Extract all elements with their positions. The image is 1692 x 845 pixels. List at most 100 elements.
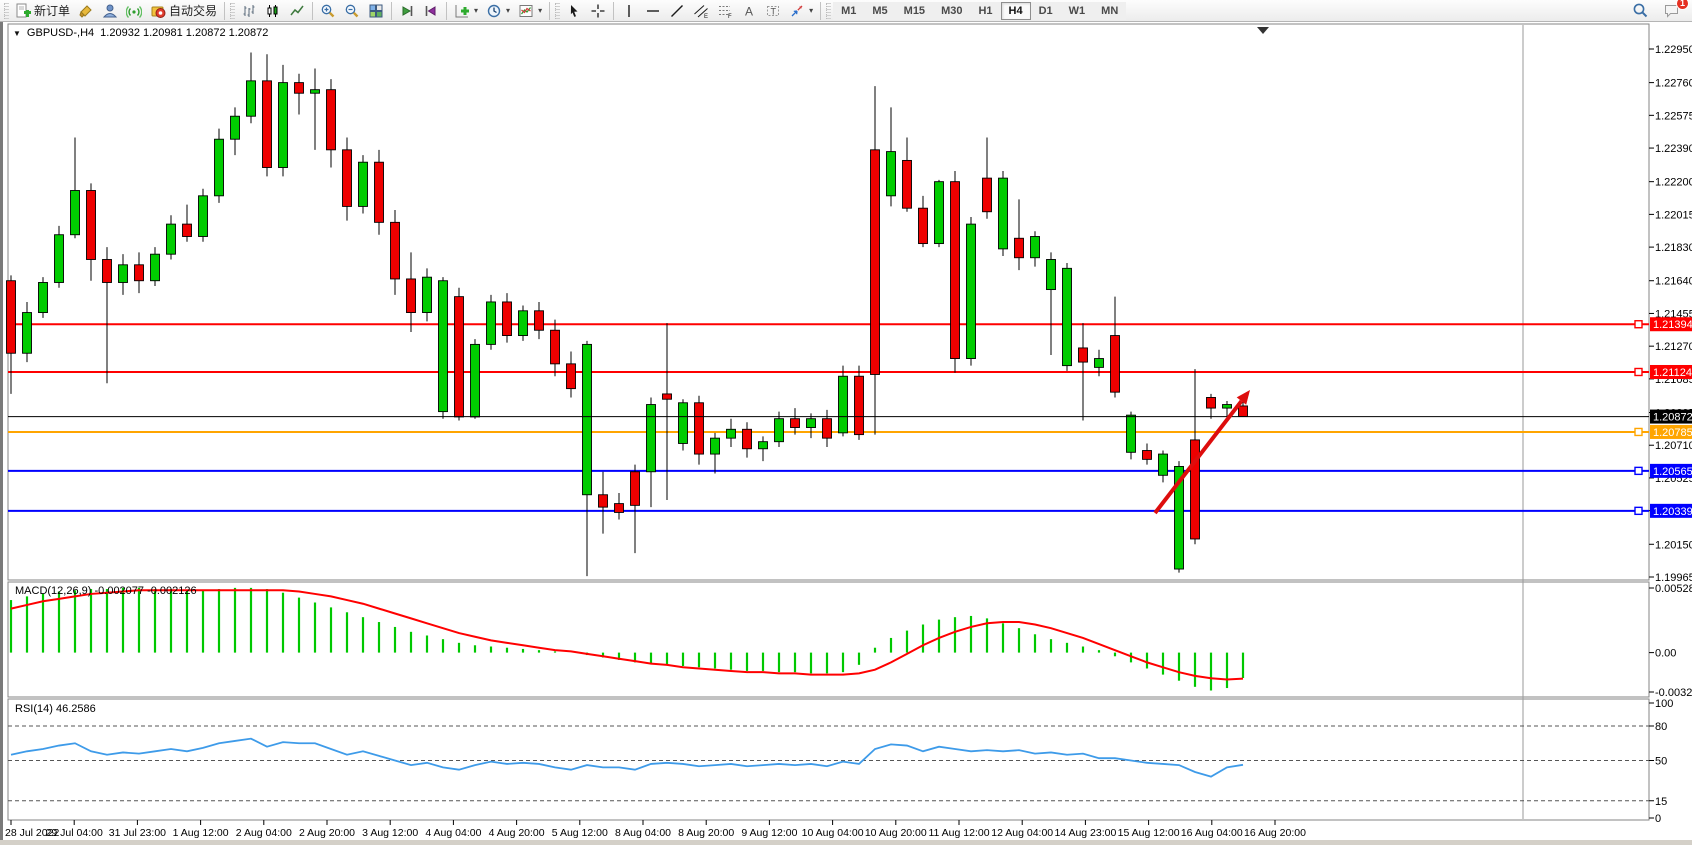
zoom-in-icon (320, 3, 336, 19)
svg-text:1.21124: 1.21124 (1653, 367, 1692, 379)
svg-text:100: 100 (1655, 698, 1673, 710)
channel-icon: E (693, 3, 709, 19)
svg-text:1.22760: 1.22760 (1655, 78, 1692, 90)
trendline-tool[interactable] (665, 1, 689, 21)
timeframe-h1[interactable]: H1 (970, 2, 1000, 20)
main-toolbar: 新订单 自动交易 (0, 0, 1692, 22)
indicators-add-icon (454, 3, 470, 19)
chart-symbol-period: GBPUSD-,H4 (27, 27, 94, 39)
svg-text:12 Aug 04:00: 12 Aug 04:00 (991, 827, 1053, 839)
templates-button[interactable]: ▾ (514, 1, 546, 21)
community-button[interactable] (98, 1, 122, 21)
chart-dropdown-arrow[interactable]: ▼ (13, 29, 21, 38)
indicators-button[interactable]: ▾ (450, 1, 482, 21)
horizontal-line-icon (645, 3, 661, 19)
timeframe-m1[interactable]: M1 (833, 2, 864, 20)
search-button[interactable] (1628, 1, 1653, 21)
arrows-icon (789, 3, 805, 19)
vertical-line-tool[interactable] (617, 1, 641, 21)
timeframe-mn[interactable]: MN (1093, 2, 1126, 20)
timeframe-m15[interactable]: M15 (896, 2, 933, 20)
svg-text:16 Aug 20:00: 16 Aug 20:00 (1244, 827, 1306, 839)
auto-scroll-button[interactable] (395, 1, 419, 21)
line-chart-button[interactable] (285, 1, 309, 21)
svg-text:1.20150: 1.20150 (1655, 539, 1692, 551)
timeframe-h4[interactable]: H4 (1001, 2, 1031, 20)
chat-button[interactable]: 1 (1659, 1, 1684, 21)
person-icon (102, 3, 118, 19)
text-tool[interactable]: A (737, 1, 761, 21)
arrows-tool[interactable]: ▾ (785, 1, 817, 21)
svg-text:2 Aug 20:00: 2 Aug 20:00 (299, 827, 355, 839)
candlestick-chart-button[interactable] (261, 1, 285, 21)
rsi-indicator-label: RSI(14) 46.2586 (15, 703, 96, 715)
auto-trading-button[interactable]: 自动交易 (146, 1, 221, 21)
text-label-tool[interactable]: T (761, 1, 785, 21)
rsi-name: RSI(14) (15, 703, 53, 715)
fibonacci-tool[interactable]: F (713, 1, 737, 21)
arrows-dropdown-caret[interactable]: ▾ (809, 6, 813, 15)
svg-text:T: T (771, 6, 777, 16)
bar-chart-icon (241, 3, 257, 19)
timeframe-d1[interactable]: D1 (1031, 2, 1061, 20)
vertical-line-icon (621, 3, 637, 19)
svg-text:10 Aug 04:00: 10 Aug 04:00 (802, 827, 864, 839)
equidistant-channel-tool[interactable]: E (689, 1, 713, 21)
svg-text:1.20872: 1.20872 (1653, 412, 1692, 424)
bar-chart-button[interactable] (237, 1, 261, 21)
zoom-out-button[interactable] (340, 1, 364, 21)
auto-scroll-icon (399, 3, 415, 19)
new-order-button[interactable]: 新订单 (11, 1, 74, 21)
chart-shift-button[interactable] (419, 1, 443, 21)
chart-window: 1.229501.227601.225751.223901.222001.220… (0, 22, 1692, 840)
crosshair-button[interactable] (586, 1, 610, 21)
svg-text:A: A (745, 4, 753, 18)
svg-text:1.21270: 1.21270 (1655, 341, 1692, 353)
svg-text:4 Aug 04:00: 4 Aug 04:00 (425, 827, 481, 839)
tile-windows-button[interactable] (364, 1, 388, 21)
svg-text:14 Aug 23:00: 14 Aug 23:00 (1054, 827, 1116, 839)
svg-text:15: 15 (1655, 796, 1667, 808)
chart-title: ▼ GBPUSD-,H4 1.20932 1.20981 1.20872 1.2… (13, 27, 268, 39)
svg-text:F: F (728, 14, 732, 19)
toolbar-grip[interactable] (4, 3, 9, 19)
line-chart-icon (289, 3, 305, 19)
svg-text:15 Aug 12:00: 15 Aug 12:00 (1118, 827, 1180, 839)
auto-trading-label: 自动交易 (169, 2, 217, 19)
indicators-dropdown-caret[interactable]: ▾ (474, 6, 478, 15)
timeframe-m5[interactable]: M5 (864, 2, 895, 20)
text-icon: A (741, 3, 757, 19)
crosshair-icon (590, 3, 606, 19)
svg-text:4 Aug 20:00: 4 Aug 20:00 (489, 827, 545, 839)
macd-indicator-label: MACD(12,26,9) -0.002077 -0.002126 (15, 585, 197, 597)
svg-text:9 Aug 12:00: 9 Aug 12:00 (741, 827, 797, 839)
chart-canvas[interactable]: 1.229501.227601.225751.223901.222001.220… (3, 22, 1692, 840)
periods-button[interactable]: ▾ (482, 1, 514, 21)
svg-text:0: 0 (1655, 813, 1661, 825)
horizontal-line-tool[interactable] (641, 1, 665, 21)
search-icon (1632, 2, 1649, 19)
signals-button[interactable] (122, 1, 146, 21)
clock-icon (486, 3, 502, 19)
candlestick-chart-icon (265, 3, 281, 19)
svg-text:3 Aug 12:00: 3 Aug 12:00 (362, 827, 418, 839)
styler-button[interactable] (74, 1, 98, 21)
periods-dropdown-caret[interactable]: ▾ (506, 6, 510, 15)
svg-text:1.21640: 1.21640 (1655, 276, 1692, 288)
signal-icon (126, 3, 142, 19)
svg-text:E: E (704, 14, 708, 19)
timeframe-m30[interactable]: M30 (933, 2, 970, 20)
chart-shift-icon (423, 3, 439, 19)
templates-dropdown-caret[interactable]: ▾ (538, 6, 542, 15)
svg-text:1.22015: 1.22015 (1655, 209, 1692, 221)
timeframe-w1[interactable]: W1 (1061, 2, 1094, 20)
svg-text:1.21394: 1.21394 (1653, 319, 1692, 331)
svg-text:0.005286: 0.005286 (1655, 583, 1692, 595)
cursor-button[interactable] (562, 1, 586, 21)
zoom-in-button[interactable] (316, 1, 340, 21)
macd-current-values: -0.002077 -0.002126 (94, 585, 196, 597)
svg-text:29 Jul 04:00: 29 Jul 04:00 (46, 827, 103, 839)
svg-text:80: 80 (1655, 721, 1667, 733)
svg-text:1.20565: 1.20565 (1653, 466, 1692, 478)
svg-text:31 Jul 23:00: 31 Jul 23:00 (109, 827, 166, 839)
